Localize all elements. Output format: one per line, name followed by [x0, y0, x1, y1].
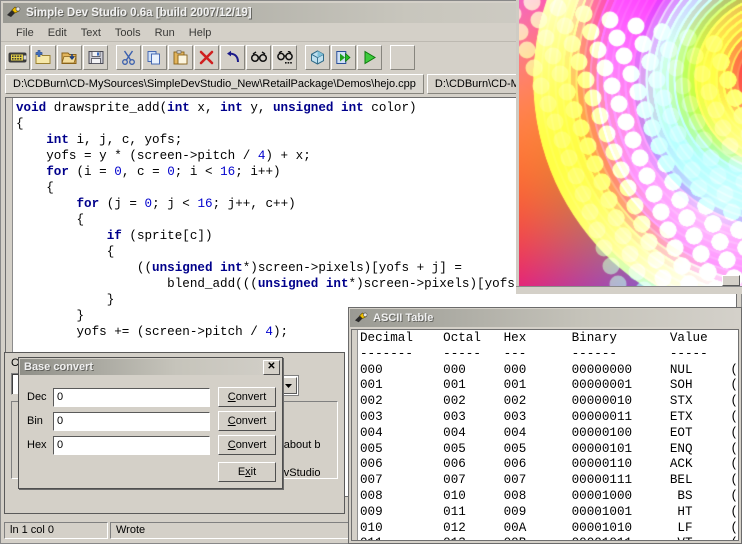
- ascii-table-text[interactable]: Decimal Octal Hex Binary Value ------- -…: [360, 331, 739, 541]
- exit-button[interactable]: Exit: [218, 462, 276, 482]
- dec-label: Dec: [27, 391, 53, 403]
- menu-text[interactable]: Text: [74, 26, 108, 40]
- toolbar-separator-1: [109, 46, 116, 69]
- delete-icon[interactable]: [194, 45, 219, 70]
- exit-label: it: [251, 466, 257, 478]
- status-cursor-position: ln 1 col 0: [4, 522, 108, 539]
- ascii-titlebar[interactable]: ASCII Table: [350, 309, 740, 327]
- ascii-gutter: [352, 330, 358, 540]
- convert-dec-label: onvert: [236, 391, 267, 403]
- build-icon[interactable]: [305, 45, 330, 70]
- toolbar-blank-slot: [390, 45, 415, 70]
- hex-input[interactable]: [53, 436, 210, 455]
- base-convert-row-hex: Hex Convert: [27, 434, 276, 456]
- toolbar-separator-2: [298, 46, 305, 69]
- tab-hejo-cpp[interactable]: D:\CDBurn\CD-MySources\SimpleDevStudio_N…: [5, 74, 424, 94]
- menu-help[interactable]: Help: [182, 26, 219, 40]
- paste-icon[interactable]: [168, 45, 193, 70]
- run-icon[interactable]: [357, 45, 382, 70]
- base-convert-dialog[interactable]: Base convert ✕ Dec Convert Bin Convert H…: [18, 357, 283, 489]
- render-bitmap: [516, 0, 742, 288]
- convert-dec-button[interactable]: Convert: [218, 387, 276, 407]
- base-convert-row-bin: Bin Convert: [27, 410, 276, 432]
- close-icon[interactable]: ✕: [263, 360, 280, 375]
- save-file-icon[interactable]: [83, 45, 108, 70]
- convert-hex-label: onvert: [236, 439, 267, 451]
- render-left-edge: [516, 0, 519, 288]
- render-scrollbar-thumb[interactable]: [722, 275, 740, 286]
- base-convert-row-dec: Dec Convert: [27, 386, 276, 408]
- hex-label: Hex: [27, 439, 53, 451]
- window-title: Simple Dev Studio 0.6a [build 2007/12/19…: [26, 7, 252, 19]
- app-hand-icon: [6, 6, 22, 20]
- ascii-body[interactable]: Decimal Octal Hex Binary Value ------- -…: [351, 329, 739, 541]
- undo-icon[interactable]: [220, 45, 245, 70]
- sprite-blend-demo-render[interactable]: [516, 0, 742, 294]
- bin-label: Bin: [27, 415, 53, 427]
- new-file-icon[interactable]: [31, 45, 56, 70]
- compile-run-icon[interactable]: [331, 45, 356, 70]
- bin-input[interactable]: [53, 412, 210, 431]
- convert-bin-button[interactable]: Convert: [218, 411, 276, 431]
- ascii-table-window[interactable]: ASCII Table Decimal Octal Hex Binary Val…: [348, 307, 742, 544]
- find-next-icon[interactable]: [272, 45, 297, 70]
- app-hand-icon: [354, 312, 369, 325]
- menu-file[interactable]: File: [9, 26, 41, 40]
- find-icon[interactable]: [246, 45, 271, 70]
- menu-run[interactable]: Run: [148, 26, 182, 40]
- open-file-icon[interactable]: [57, 45, 82, 70]
- menu-tools[interactable]: Tools: [108, 26, 148, 40]
- ascii-title: ASCII Table: [373, 312, 433, 324]
- base-convert-row-exit: Exit: [27, 461, 276, 483]
- copy-icon[interactable]: [142, 45, 167, 70]
- render-bottom-strip: [516, 286, 742, 294]
- convert-bin-label: onvert: [236, 415, 267, 427]
- convert-hex-button[interactable]: Convert: [218, 435, 276, 455]
- cut-icon[interactable]: [116, 45, 141, 70]
- new-project-icon[interactable]: [5, 45, 30, 70]
- dec-input[interactable]: [53, 388, 210, 407]
- toolbar-separator-3: [383, 46, 390, 69]
- base-convert-title: Base convert: [24, 361, 263, 373]
- menu-edit[interactable]: Edit: [41, 26, 74, 40]
- base-convert-titlebar[interactable]: Base convert ✕: [20, 359, 281, 375]
- render-canvas: [516, 0, 742, 288]
